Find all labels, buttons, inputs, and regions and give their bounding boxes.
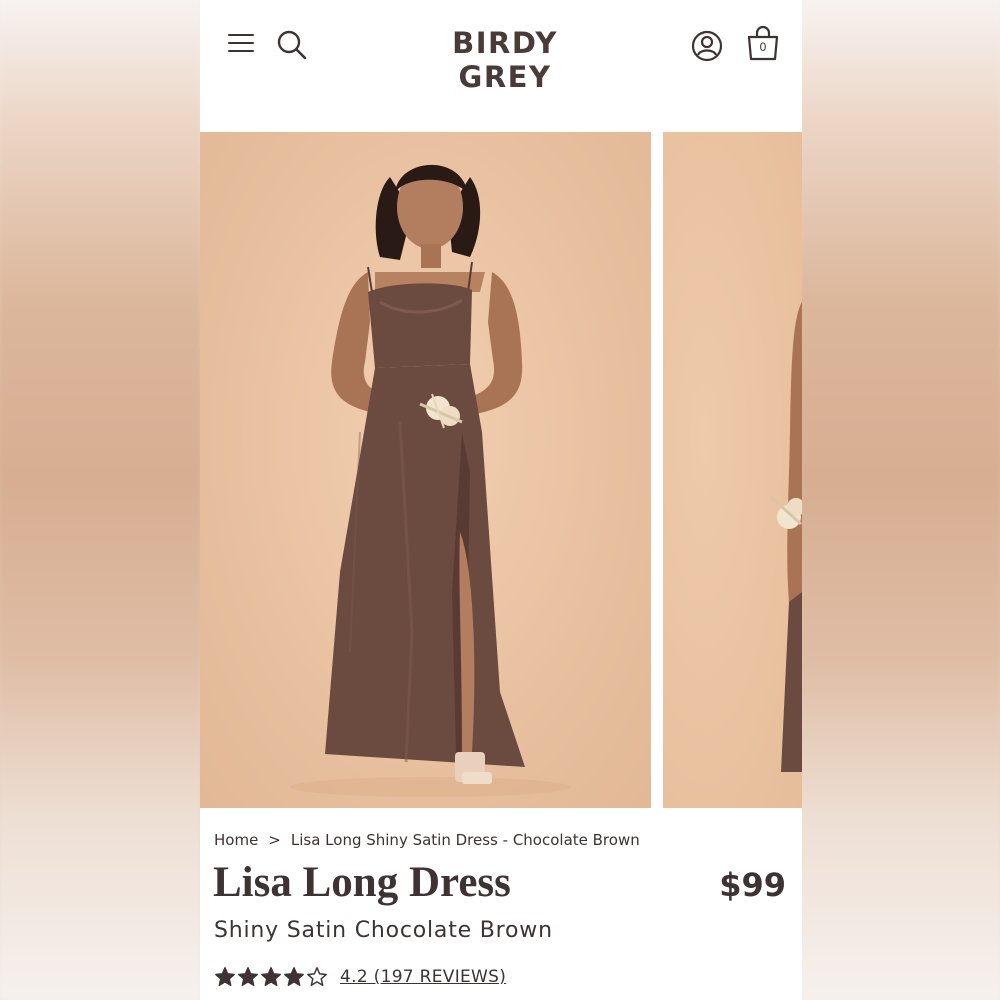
product-price: $99 bbox=[719, 866, 786, 904]
product-subtitle: Shiny Satin Chocolate Brown bbox=[214, 918, 553, 943]
star-icon bbox=[215, 967, 235, 986]
star-icon bbox=[284, 967, 304, 986]
breadcrumb: Home > Lisa Long Shiny Satin Dress - Choco… bbox=[214, 831, 640, 849]
breadcrumb-home-link[interactable]: Home bbox=[214, 831, 258, 849]
phone-screen: BIRDY GREY 0 Home > Lisa Long Shiny Sati… bbox=[200, 0, 802, 1000]
product-image-gallery[interactable] bbox=[200, 132, 802, 808]
rating-stars bbox=[214, 966, 328, 988]
cart-button[interactable]: 0 bbox=[745, 24, 783, 64]
star-icon bbox=[261, 967, 281, 986]
hamburger-menu-icon bbox=[228, 42, 254, 44]
product-image-main[interactable] bbox=[200, 132, 651, 808]
product-image-next[interactable] bbox=[663, 132, 802, 808]
account-icon bbox=[691, 30, 723, 62]
model-in-dress-image bbox=[290, 164, 570, 797]
blurred-background-left bbox=[0, 0, 200, 1000]
search-button[interactable] bbox=[276, 29, 308, 61]
star-icon bbox=[307, 967, 327, 986]
product-rating: 4.2 (197 REVIEWS) bbox=[214, 963, 506, 991]
breadcrumb-separator: > bbox=[268, 831, 281, 849]
site-header: BIRDY GREY 0 bbox=[200, 0, 802, 94]
account-button[interactable] bbox=[690, 29, 724, 63]
blurred-background-right bbox=[800, 0, 1000, 1000]
hamburger-menu-icon bbox=[228, 34, 254, 36]
reviews-link[interactable]: 4.2 (197 REVIEWS) bbox=[340, 967, 506, 987]
menu-button[interactable] bbox=[228, 34, 254, 56]
site-logo[interactable]: BIRDY GREY bbox=[400, 26, 610, 94]
star-icon bbox=[238, 967, 258, 986]
breadcrumb-current: Lisa Long Shiny Satin Dress - Chocolate … bbox=[290, 831, 640, 849]
hamburger-menu-icon bbox=[228, 50, 254, 52]
product-title: Lisa Long Dress bbox=[213, 859, 511, 906]
model-in-dress-image-partial bbox=[769, 302, 802, 772]
search-icon bbox=[277, 30, 307, 60]
cart-count-badge: 0 bbox=[759, 40, 767, 54]
